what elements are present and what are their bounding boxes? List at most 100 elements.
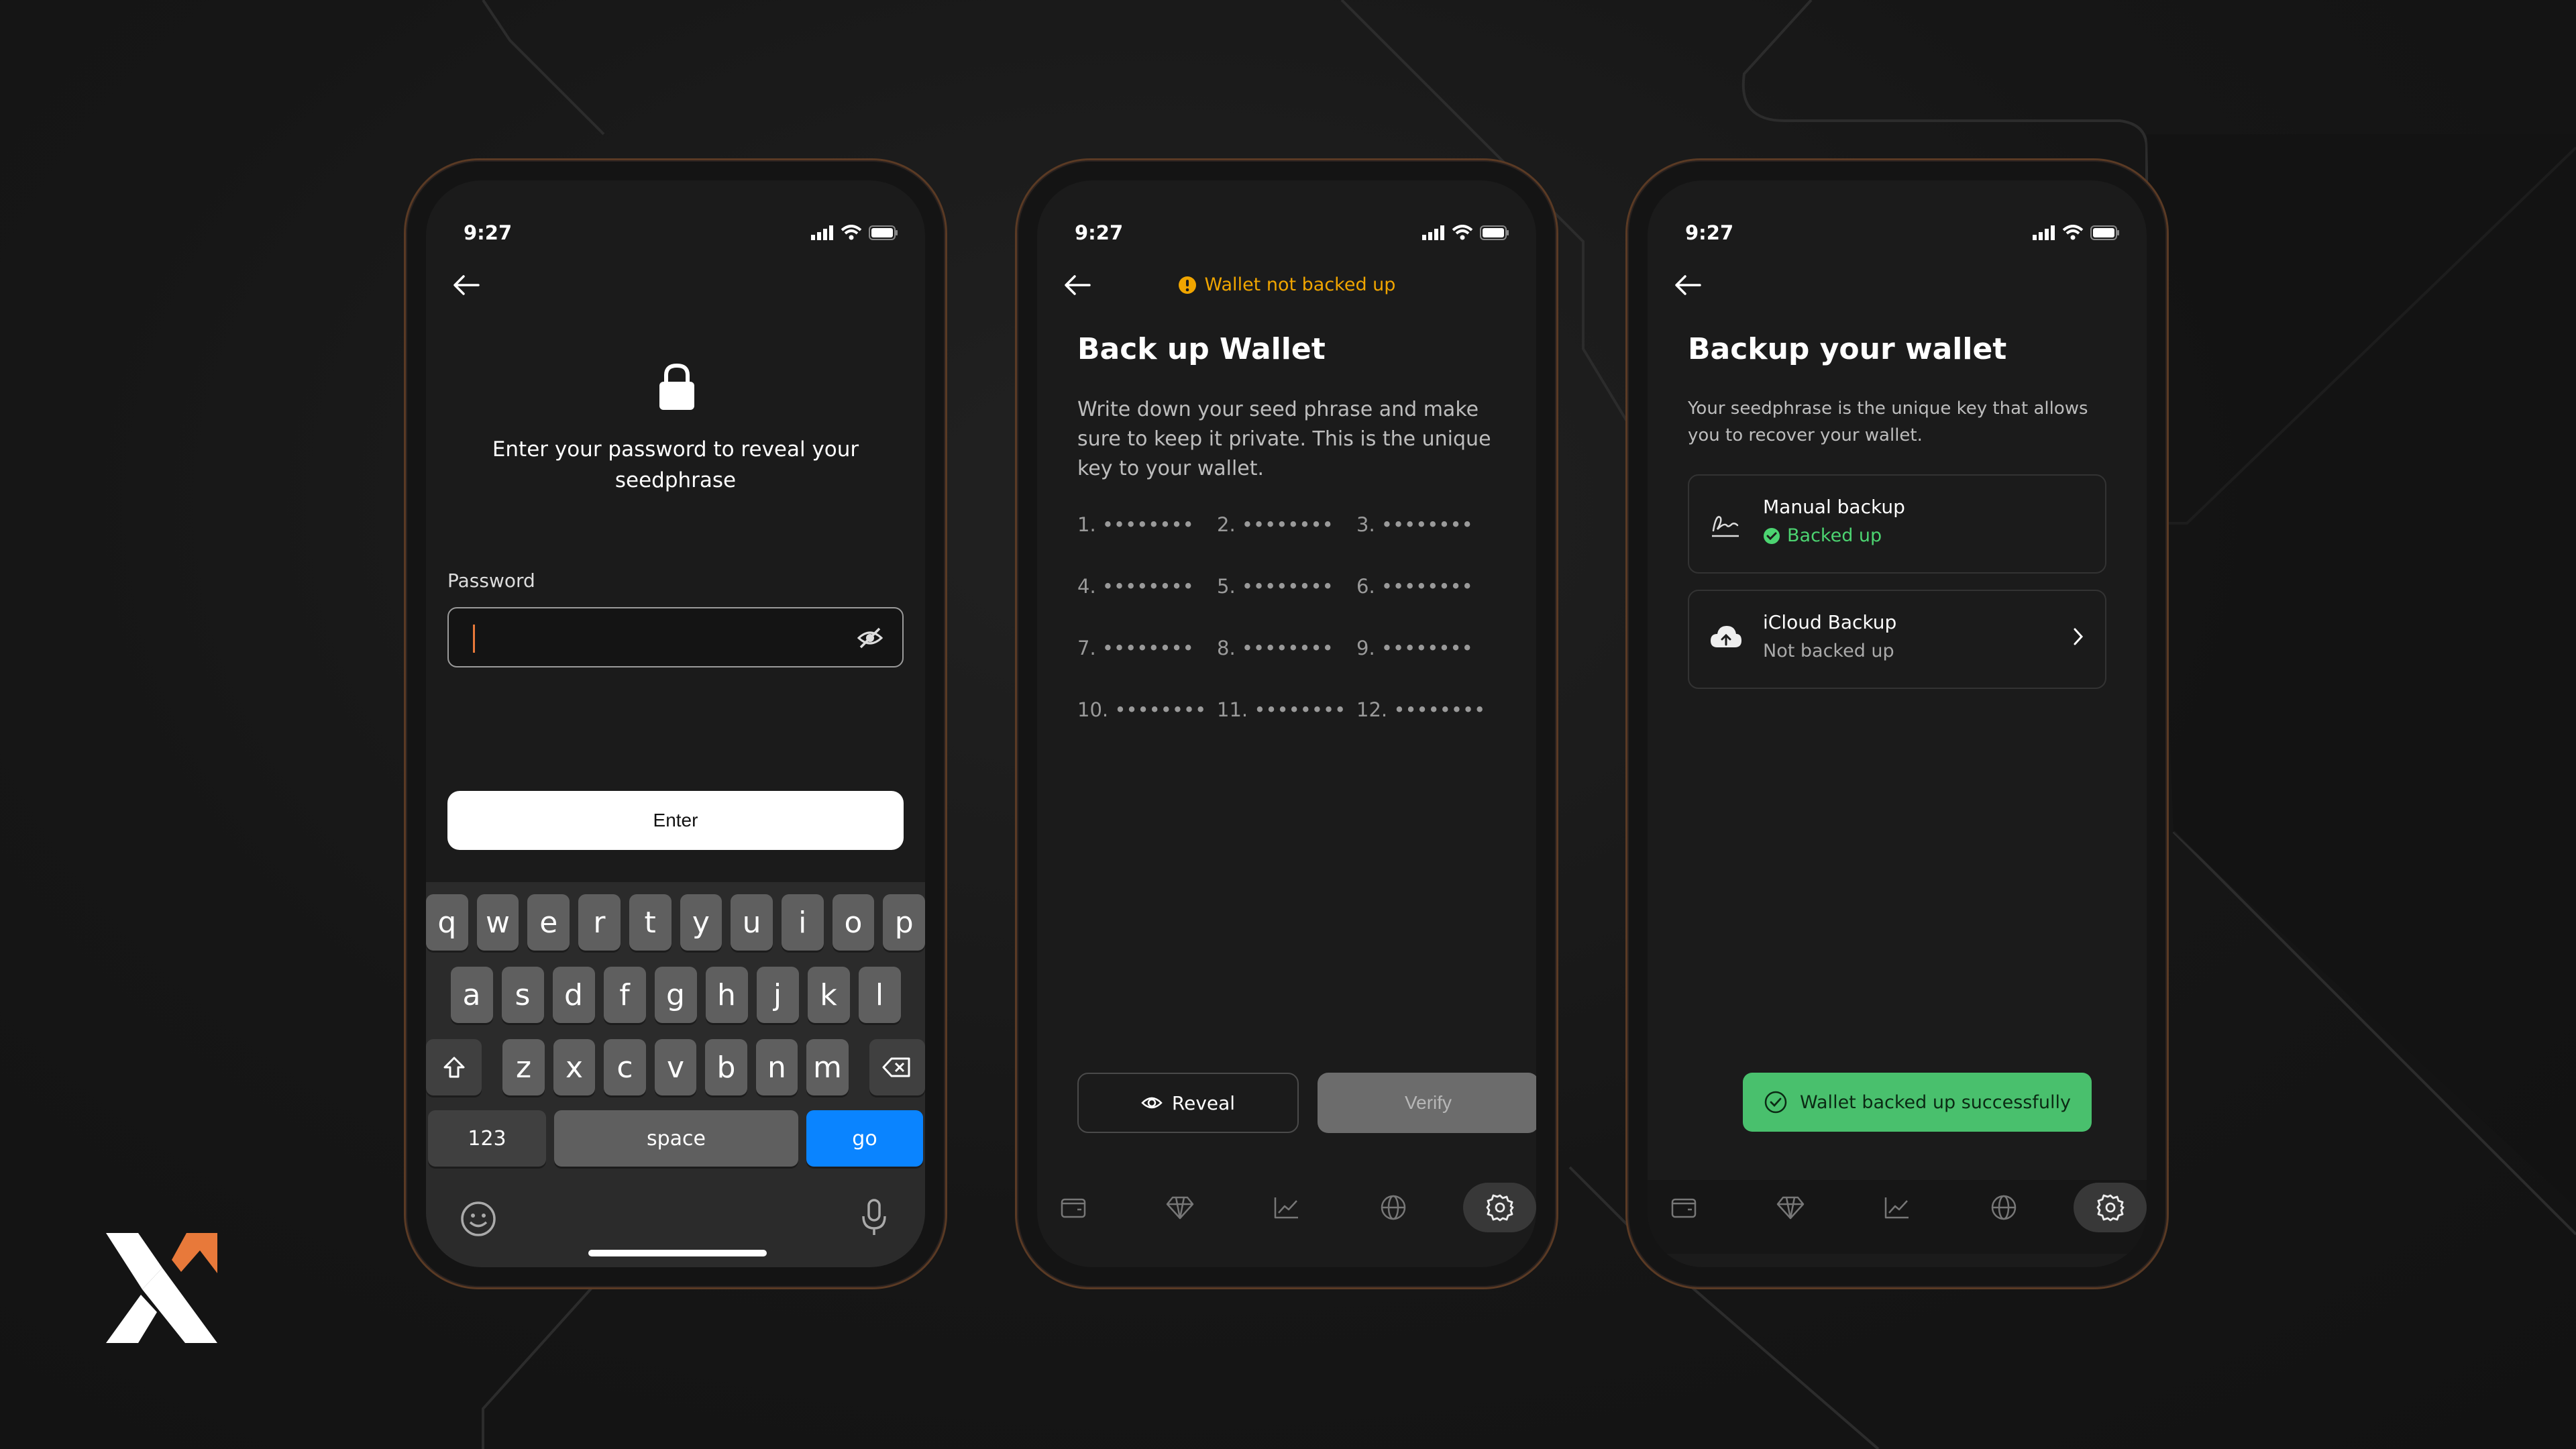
- tab-nft[interactable]: [1754, 1183, 1827, 1232]
- settings-icon: [2096, 1194, 2124, 1222]
- key-r[interactable]: r: [578, 894, 621, 951]
- keyboard-row-2: a s d f g h j k l: [426, 967, 925, 1023]
- password-screen: 9:27 Enter your password to reveal your …: [426, 180, 925, 1267]
- key-a[interactable]: a: [450, 967, 493, 1023]
- brand-logo: [106, 1233, 217, 1343]
- key-j[interactable]: j: [756, 967, 799, 1023]
- alert-circle-icon: [1178, 276, 1196, 294]
- page-title: Backup your wallet: [1688, 332, 2007, 366]
- shift-key[interactable]: [426, 1039, 482, 1095]
- battery-icon: [1480, 225, 1509, 240]
- tab-wallet[interactable]: [1648, 1183, 1721, 1232]
- tab-market[interactable]: [1250, 1183, 1324, 1232]
- phone-settings: 9:27 Backup your wallet Your seedphrase …: [1625, 158, 2169, 1289]
- check-circle-icon: [1764, 527, 1780, 544]
- key-m[interactable]: m: [806, 1039, 849, 1095]
- seed-word: 4. ••••••••: [1077, 575, 1194, 598]
- back-button[interactable]: [446, 265, 486, 305]
- numbers-key[interactable]: 123: [428, 1110, 546, 1167]
- home-indicator: [588, 1250, 767, 1256]
- tab-settings[interactable]: [2074, 1183, 2147, 1232]
- seed-word: 1. ••••••••: [1077, 513, 1194, 536]
- phone-password: 9:27 Enter your password to reveal your …: [404, 158, 947, 1289]
- key-c[interactable]: c: [604, 1039, 646, 1095]
- signature-icon: [1712, 516, 1739, 537]
- backspace-icon: [882, 1057, 910, 1077]
- signal-icon: [2033, 225, 2055, 240]
- key-q[interactable]: q: [426, 894, 468, 951]
- icloud-backup-title: iCloud Backup: [1763, 611, 1897, 633]
- backup-settings-screen: 9:27 Backup your wallet Your seedphrase …: [1648, 180, 2147, 1267]
- key-k[interactable]: k: [807, 967, 850, 1023]
- tab-nft[interactable]: [1144, 1183, 1217, 1232]
- space-key[interactable]: space: [554, 1110, 798, 1167]
- key-i[interactable]: i: [781, 894, 824, 951]
- key-p[interactable]: p: [883, 894, 925, 951]
- key-g[interactable]: g: [654, 967, 697, 1023]
- shift-icon: [443, 1057, 465, 1078]
- icloud-backup-card[interactable]: iCloud Backup Not backed up: [1688, 590, 2106, 689]
- key-y[interactable]: y: [680, 894, 722, 951]
- key-b[interactable]: b: [705, 1039, 747, 1095]
- page-title: Back up Wallet: [1077, 332, 1326, 366]
- verify-button[interactable]: Verify: [1318, 1073, 1536, 1133]
- chart-icon: [1884, 1197, 1909, 1219]
- success-toast: Wallet backed up successfully: [1743, 1073, 2092, 1132]
- microphone-icon[interactable]: [861, 1197, 888, 1238]
- reveal-button[interactable]: Reveal: [1077, 1073, 1299, 1133]
- delete-key[interactable]: [869, 1039, 925, 1095]
- key-z[interactable]: z: [502, 1039, 545, 1095]
- key-t[interactable]: t: [629, 894, 672, 951]
- status-time: 9:27: [1685, 221, 1734, 244]
- manual-backup-status: Backed up: [1763, 525, 1882, 546]
- key-h[interactable]: h: [705, 967, 748, 1023]
- key-x[interactable]: x: [553, 1039, 596, 1095]
- key-w[interactable]: w: [476, 894, 519, 951]
- seed-word: 10. ••••••••: [1077, 698, 1207, 721]
- not-backed-up-banner: Wallet not backed up: [1037, 274, 1536, 295]
- keyboard-row-3: z x c v b n m: [426, 1039, 925, 1095]
- arrow-left-icon: [453, 275, 480, 295]
- wallet-icon: [1061, 1198, 1086, 1218]
- signal-icon: [1422, 225, 1444, 240]
- go-key[interactable]: go: [806, 1110, 923, 1167]
- icloud-backup-status: Not backed up: [1763, 641, 1894, 661]
- key-e[interactable]: e: [527, 894, 570, 951]
- tab-settings[interactable]: [1463, 1183, 1536, 1232]
- globe-icon: [1381, 1195, 1406, 1220]
- key-u[interactable]: u: [731, 894, 773, 951]
- back-button[interactable]: [1668, 265, 1708, 305]
- tab-browser[interactable]: [1356, 1183, 1430, 1232]
- key-o[interactable]: o: [832, 894, 875, 951]
- enter-button[interactable]: Enter: [447, 791, 904, 850]
- key-d[interactable]: d: [552, 967, 595, 1023]
- key-n[interactable]: n: [755, 1039, 798, 1095]
- diamond-icon: [1166, 1196, 1194, 1220]
- tab-browser[interactable]: [1967, 1183, 2040, 1232]
- eye-off-icon[interactable]: [857, 626, 883, 650]
- seed-word: 3. ••••••••: [1356, 513, 1473, 536]
- password-input[interactable]: [447, 607, 904, 667]
- tab-bar: [1648, 1164, 2147, 1251]
- reveal-label: Reveal: [1171, 1091, 1236, 1114]
- battery-icon: [869, 225, 898, 240]
- seed-word: 9. ••••••••: [1356, 637, 1473, 659]
- reveal-message: Enter your password to reveal your seedp…: [492, 437, 859, 492]
- phone-backup: 9:27 Wallet not backed up Back up Wallet…: [1015, 158, 1558, 1289]
- manual-backup-card[interactable]: Manual backup Backed up: [1688, 474, 2106, 574]
- key-l[interactable]: l: [858, 967, 901, 1023]
- text-caret: [473, 625, 475, 653]
- key-f[interactable]: f: [603, 967, 646, 1023]
- tab-wallet[interactable]: [1037, 1183, 1110, 1232]
- key-v[interactable]: v: [654, 1039, 697, 1095]
- cloud-upload-icon: [1711, 626, 1741, 647]
- key-s[interactable]: s: [501, 967, 544, 1023]
- manual-backup-title: Manual backup: [1763, 496, 1905, 518]
- tab-bar: [1037, 1164, 1536, 1251]
- diamond-icon: [1776, 1196, 1805, 1220]
- tab-market[interactable]: [1861, 1183, 1934, 1232]
- emoji-icon[interactable]: [460, 1200, 497, 1238]
- status-time: 9:27: [464, 221, 513, 244]
- keyboard: q w e r t y u i o p a s d f g h j k l z …: [426, 882, 925, 1267]
- seed-grid: 1. •••••••• 2. •••••••• 3. •••••••• 4. •…: [1077, 513, 1496, 725]
